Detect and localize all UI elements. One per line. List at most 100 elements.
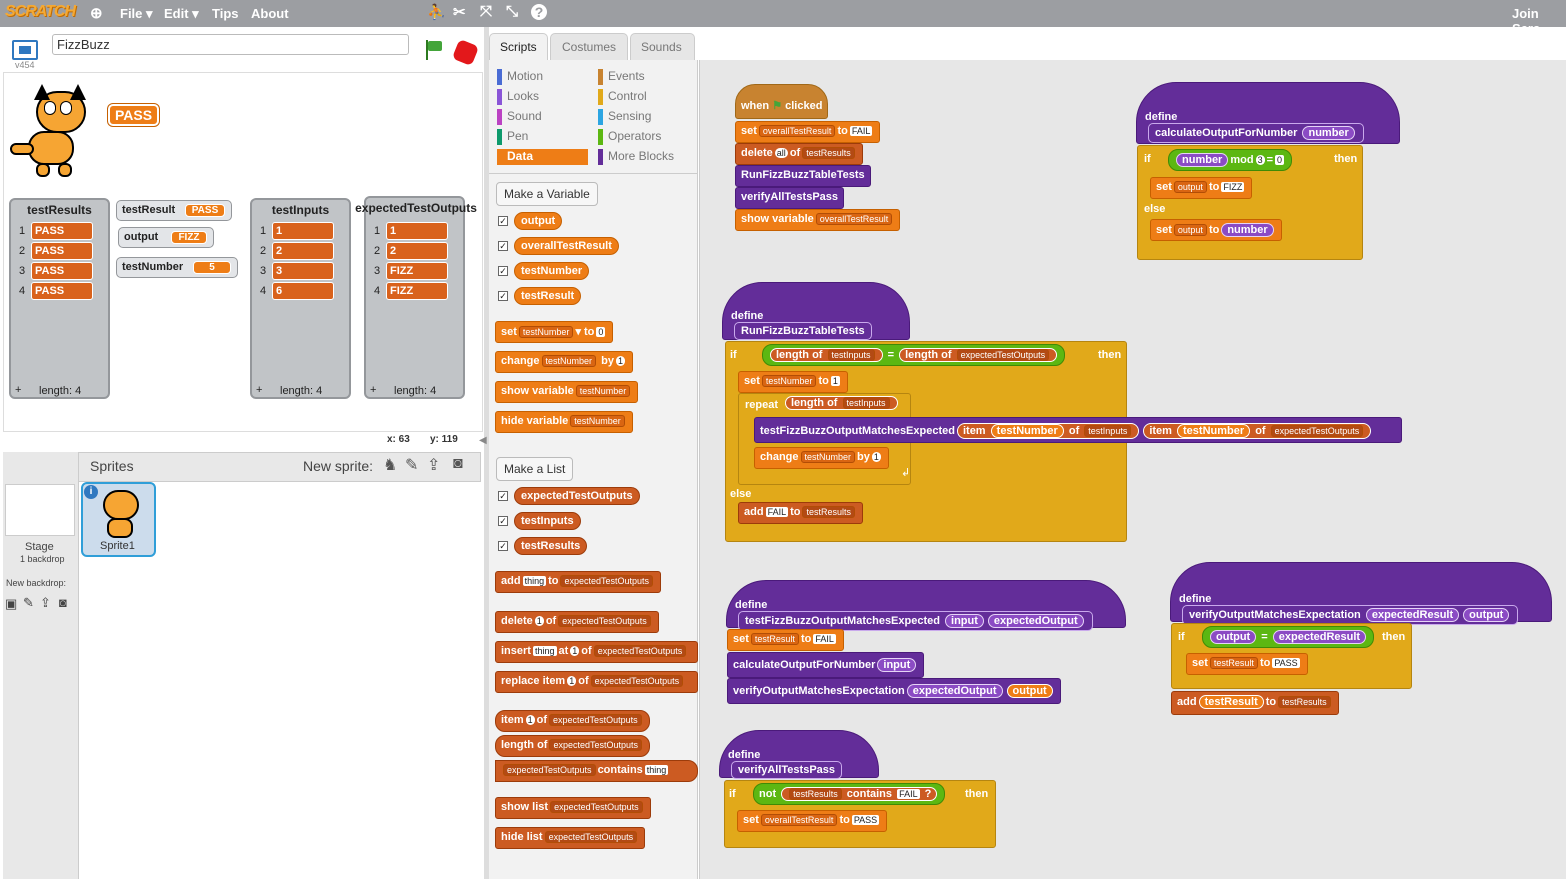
list-item[interactable]: 1 bbox=[386, 222, 448, 240]
variable-checkbox[interactable]: ✓ bbox=[498, 291, 508, 301]
category-more-blocks[interactable]: More Blocks bbox=[598, 149, 674, 165]
category-sensing[interactable]: Sensing bbox=[598, 109, 651, 125]
shrink-icon[interactable]: ⤡ bbox=[506, 3, 518, 20]
file-menu[interactable]: File ▾ bbox=[120, 6, 153, 22]
list-item[interactable]: PASS bbox=[31, 242, 93, 260]
collapse-arrow-icon[interactable]: ◀ bbox=[479, 435, 487, 446]
scratch-logo[interactable]: SCRATCH bbox=[5, 3, 76, 21]
list-monitor-testresults[interactable]: testResults 1 PASS 2 PASS 3 PASS 4 PASS … bbox=[9, 198, 110, 399]
category-pen[interactable]: Pen bbox=[497, 129, 528, 145]
list-checkbox[interactable]: ✓ bbox=[498, 516, 508, 526]
sprite-library-icon[interactable]: ♞ bbox=[383, 455, 397, 475]
fullscreen-icon[interactable] bbox=[12, 40, 38, 60]
tab-costumes[interactable]: Costumes bbox=[550, 33, 628, 60]
duplicate-stamp-icon[interactable]: ⛹ bbox=[427, 3, 446, 21]
define-verifyalltestspass-hat[interactable]: defineverifyAllTestsPass bbox=[719, 730, 879, 779]
add-item-icon[interactable]: + bbox=[256, 384, 262, 396]
variable-reporter-testnumber[interactable]: testNumber bbox=[514, 262, 590, 280]
insert-at-list-block[interactable]: insert thing at 1 of expectedTestOutputs bbox=[495, 641, 698, 663]
replace-item-block[interactable]: replace item 1 of expectedTestOutputs bbox=[495, 671, 698, 693]
category-looks[interactable]: Looks bbox=[497, 89, 539, 105]
call-runfizzbuzztabletests[interactable]: RunFizzBuzzTableTests bbox=[735, 165, 871, 187]
list-item[interactable]: PASS bbox=[31, 262, 93, 280]
grow-icon[interactable]: ⤧ bbox=[480, 3, 492, 20]
variable-reporter-testresult[interactable]: testResult bbox=[514, 287, 582, 305]
if-else-block[interactable]: if length of testInputs = length of expe… bbox=[725, 341, 1402, 542]
list-monitor-expectedtestoutputs[interactable]: expectedTestOutputs 1 1 2 2 3 FIZZ 4 FIZ… bbox=[355, 196, 477, 399]
tab-sounds[interactable]: Sounds bbox=[630, 33, 695, 60]
list-reporter-testinputs[interactable]: testInputs bbox=[514, 512, 581, 530]
make-variable-button[interactable]: Make a Variable bbox=[496, 182, 598, 206]
list-item[interactable]: 3 bbox=[272, 262, 334, 280]
equals-operator[interactable]: output = expectedResult bbox=[1202, 626, 1375, 648]
set-variable-block[interactable]: set testNumber to 1 bbox=[738, 371, 848, 393]
add-to-list-block[interactable]: add FAIL to testResults bbox=[738, 502, 863, 524]
set-variable-block[interactable]: set testResult to FAIL bbox=[727, 629, 844, 651]
category-control[interactable]: Control bbox=[598, 89, 647, 105]
variable-reporter-overalltestresult[interactable]: overallTestResult bbox=[514, 237, 619, 255]
call-verifyalltestspass[interactable]: verifyAllTestsPass bbox=[735, 187, 845, 209]
length-of-list-reporter[interactable]: length of expectedTestOutputs bbox=[495, 735, 651, 757]
cat-sprite[interactable] bbox=[10, 81, 100, 181]
about-link[interactable]: About bbox=[251, 6, 289, 21]
delete-of-list-block[interactable]: delete 1 of expectedTestOutputs bbox=[495, 611, 659, 633]
make-list-button[interactable]: Make a List bbox=[496, 457, 574, 481]
list-item[interactable]: 1 bbox=[272, 222, 334, 240]
hide-list-block[interactable]: hide list expectedTestOutputs bbox=[495, 827, 646, 849]
define-calculateoutputfornumber-hat[interactable]: definecalculateOutputForNumber number bbox=[1136, 82, 1400, 144]
show-variable-block[interactable]: show variable overallTestResult bbox=[735, 209, 901, 231]
when-flag-clicked-hat[interactable]: when ⚑ clicked bbox=[735, 84, 829, 119]
category-motion[interactable]: Motion bbox=[497, 69, 543, 85]
list-monitor-testinputs[interactable]: testInputs 1 1 2 2 3 3 4 6 + length: 4 bbox=[250, 198, 351, 399]
set-variable-block[interactable]: set overallTestResult to FAIL bbox=[735, 121, 881, 143]
set-variable-block[interactable]: set overallTestResult to PASS bbox=[737, 810, 888, 832]
list-item[interactable]: 2 bbox=[386, 242, 448, 260]
item-of-list-reporter[interactable]: item 1 of expectedTestOutputs bbox=[495, 710, 650, 732]
help-icon[interactable]: ? bbox=[531, 4, 547, 20]
if-else-block[interactable]: if number mod 3 = 0 then set output to FIZZ els… bbox=[1137, 145, 1363, 260]
info-icon[interactable]: i bbox=[84, 485, 98, 499]
add-item-icon[interactable]: + bbox=[15, 384, 21, 396]
variable-checkbox[interactable]: ✓ bbox=[498, 266, 508, 276]
list-item[interactable]: 2 bbox=[272, 242, 334, 260]
set-variable-block[interactable]: set testNumber ▾ to 0 bbox=[495, 321, 614, 343]
set-variable-block[interactable]: set testResult to PASS bbox=[1186, 653, 1308, 675]
show-list-block[interactable]: show list expectedTestOutputs bbox=[495, 797, 651, 819]
change-variable-block[interactable]: change testNumber by 1 bbox=[754, 447, 889, 469]
upload-icon[interactable]: ⇪ bbox=[427, 455, 440, 475]
add-to-list-block[interactable]: add testResult to testResults bbox=[1171, 691, 1339, 715]
variable-reporter-output[interactable]: output bbox=[514, 212, 563, 230]
equals-operator[interactable]: number mod 3 = 0 bbox=[1168, 149, 1293, 171]
camera-backdrop-icon[interactable]: ◙ bbox=[59, 595, 67, 610]
paint-backdrop-icon[interactable]: ✎ bbox=[23, 595, 34, 611]
list-item[interactable]: PASS bbox=[31, 222, 93, 240]
stage-thumbnail[interactable] bbox=[5, 484, 75, 536]
set-variable-block[interactable]: set output to number bbox=[1150, 219, 1282, 241]
hide-variable-block[interactable]: hide variable testNumber bbox=[495, 411, 633, 433]
camera-icon[interactable]: ◙ bbox=[453, 455, 463, 473]
category-data[interactable]: Data bbox=[497, 149, 588, 165]
join-scratch-link[interactable]: Join Scra bbox=[1512, 6, 1566, 36]
if-block[interactable]: if not testResults contains FAIL ? then … bbox=[724, 780, 996, 848]
category-operators[interactable]: Operators bbox=[598, 129, 661, 145]
list-reporter-expectedtestoutputs[interactable]: expectedTestOutputs bbox=[514, 487, 640, 505]
change-variable-block[interactable]: change testNumber by 1 bbox=[495, 351, 633, 373]
tab-scripts[interactable]: Scripts bbox=[489, 33, 548, 60]
define-runfizzbuzztabletests-hat[interactable]: defineRunFizzBuzzTableTests bbox=[722, 282, 910, 340]
list-item[interactable]: 6 bbox=[272, 282, 334, 300]
define-verifyoutputmatchesexpectation-hat[interactable]: defineverifyOutputMatchesExpectation exp… bbox=[1170, 562, 1552, 625]
define-testfizzbuzzoutputmatchesexpected-hat[interactable]: definetestFizzBuzzOutputMatchesExpected … bbox=[726, 580, 1126, 631]
category-sound[interactable]: Sound bbox=[497, 109, 542, 125]
cut-scissors-icon[interactable]: ✂ bbox=[453, 3, 466, 21]
green-flag-icon[interactable] bbox=[424, 40, 442, 62]
list-checkbox[interactable]: ✓ bbox=[498, 491, 508, 501]
paint-brush-icon[interactable]: ✎ bbox=[405, 455, 418, 475]
variable-monitor-testresult[interactable]: testResult PASS bbox=[116, 200, 232, 221]
tips-link[interactable]: Tips bbox=[212, 6, 239, 21]
add-item-icon[interactable]: + bbox=[370, 384, 376, 396]
stage-canvas[interactable]: PASS testResults 1 PASS 2 PASS 3 PASS 4 … bbox=[3, 72, 483, 432]
list-checkbox[interactable]: ✓ bbox=[498, 541, 508, 551]
if-block[interactable]: if output = expectedResult then set testR… bbox=[1171, 623, 1412, 689]
set-variable-block[interactable]: set output to FIZZ bbox=[1150, 177, 1253, 199]
variable-monitor-output[interactable]: output FIZZ bbox=[118, 227, 214, 248]
